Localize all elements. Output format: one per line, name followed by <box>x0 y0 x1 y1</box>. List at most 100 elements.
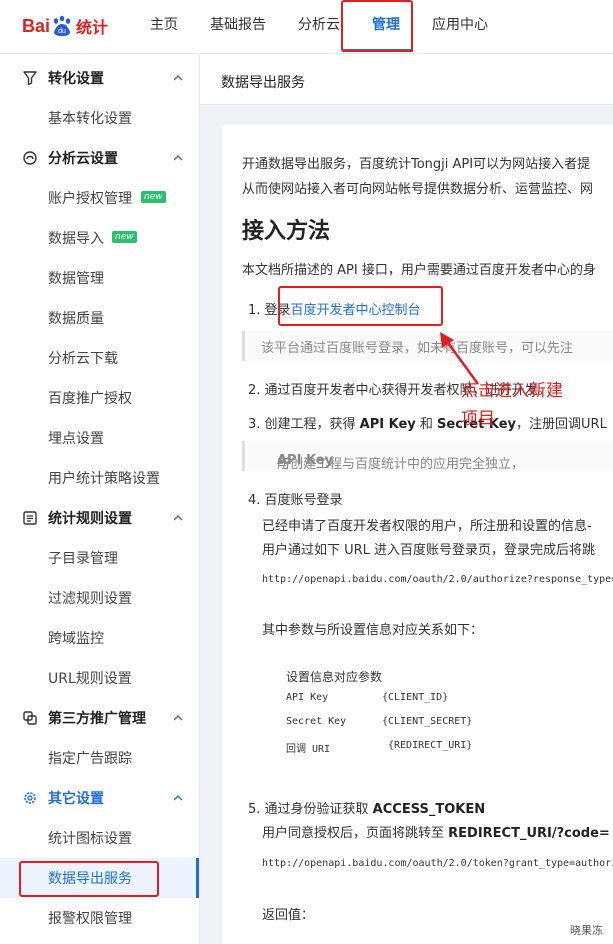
sidebar-item-data-import[interactable]: 数据导入 new <box>0 218 199 258</box>
sidebar-group-stats-rules[interactable]: 统计规则设置 <box>0 498 199 538</box>
sidebar-item-label: 埋点设置 <box>48 431 104 447</box>
step-3-text: 3. 创建工程，获得 <box>248 417 360 432</box>
sidebar-group-label: 其它设置 <box>48 791 104 807</box>
sidebar-item-label: 过滤规则设置 <box>48 591 132 607</box>
baidu-tongji-logo[interactable]: Bai du 统计 <box>22 13 108 39</box>
page-title: 数据导出服务 <box>221 75 305 91</box>
sidebar-item-subdirectory[interactable]: 子目录管理 <box>0 538 199 578</box>
param-value: {REDIRECT_URI} <box>388 740 473 751</box>
step-1-note: 该平台通过百度账号登录，如未有百度账号，可以先注 <box>242 331 613 361</box>
sidebar-item-data-management[interactable]: 数据管理 <box>0 258 199 298</box>
highlight-box-console-link <box>278 286 443 326</box>
new-badge: new <box>112 231 137 243</box>
chevron-up-icon <box>172 72 184 84</box>
param-key: API Key <box>286 692 329 703</box>
sidebar-item-basic-conversion[interactable]: 基本转化设置 <box>0 98 199 138</box>
highlight-box-data-export <box>19 861 159 897</box>
sidebar-item-label: 指定广告跟踪 <box>48 751 132 767</box>
nav-app-center[interactable]: 应用中心 <box>432 0 488 54</box>
gear-icon <box>22 790 38 806</box>
chevron-up-icon <box>172 792 184 804</box>
params-title: 设置信息对应参数 <box>286 670 383 684</box>
intro-line-2: 从而使网站接入者可向网站帐号提供数据分析、运营监控、网 <box>242 182 594 197</box>
sidebar-item-label: 报警权限管理 <box>48 911 132 927</box>
doc-content: 开通数据导出服务，百度统计Tongji API可以为网站接入者提 从而使网站接入… <box>222 125 613 944</box>
main-area: 数据导出服务 开通数据导出服务，百度统计Tongji API可以为网站接入者提 … <box>200 55 613 944</box>
sidebar-group-label: 分析云设置 <box>48 151 118 167</box>
api-description: 本文档所描述的 API 接口，用户需要通过百度开发者中心的身 <box>242 263 596 278</box>
step-3-suffix: ，注册回调URL <box>516 417 607 432</box>
sidebar-item-label: URL规则设置 <box>48 671 132 687</box>
logo-tongji-text: 统计 <box>76 18 109 37</box>
sidebar-group-conversion[interactable]: 转化设置 <box>0 58 199 98</box>
sidebar-item-cloud-download[interactable]: 分析云下载 <box>0 338 199 378</box>
step-3-note-c: 与 <box>277 457 291 472</box>
logo-bai-text: Bai <box>22 15 51 36</box>
param-value: {CLIENT_SECRET} <box>382 716 473 727</box>
page-header: 数据导出服务 <box>200 55 613 105</box>
sidebar-item-account-auth[interactable]: 账户授权管理 new <box>0 178 199 218</box>
intro-line-1: 开通数据导出服务，百度统计Tongji API可以为网站接入者提 <box>242 157 591 172</box>
sidebar-group-third-party[interactable]: 第三方推广管理 <box>0 698 199 738</box>
authorize-url: http://openapi.baidu.com/oauth/2.0/autho… <box>262 574 613 585</box>
chevron-up-icon <box>172 712 184 724</box>
sidebar-item-data-quality[interactable]: 数据质量 <box>0 298 199 338</box>
new-badge: new <box>141 191 166 203</box>
sidebar-item-label: 数据质量 <box>48 311 104 327</box>
sidebar-group-label: 统计规则设置 <box>48 511 132 527</box>
sidebar-item-url-rules[interactable]: URL规则设置 <box>0 658 199 698</box>
sidebar: 转化设置 基本转化设置 分析云设置 账户授权管理 new 数据导入 new 数据… <box>0 55 200 944</box>
step-4: 4. 百度账号登录 <box>248 493 343 508</box>
nav-analysis-cloud[interactable]: 分析云 <box>298 0 340 54</box>
access-token-text: ACCESS_TOKEN <box>372 802 486 817</box>
step-5: 5. 通过身份验证获取 ACCESS_TOKEN <box>248 798 485 817</box>
sidebar-item-promotion-auth[interactable]: 百度推广授权 <box>0 378 199 418</box>
redirect-uri-text: REDIRECT_URI/?code= <box>448 826 610 841</box>
sidebar-item-label: 子目录管理 <box>48 551 118 567</box>
sidebar-item-label: 账户授权管理 <box>48 191 132 207</box>
sidebar-item-cross-domain[interactable]: 跨域监控 <box>0 618 199 658</box>
sidebar-item-stats-icon[interactable]: 统计图标设置 <box>0 818 199 858</box>
sidebar-item-label: 数据导入 <box>48 231 104 247</box>
sidebar-item-label: 用户统计策略设置 <box>48 471 160 487</box>
step-5-line-text: 用户同意授权后，页面将跳转至 <box>262 826 449 841</box>
token-url: http://openapi.baidu.com/oauth/2.0/token… <box>262 858 613 869</box>
sidebar-item-label: 分析云下载 <box>48 351 118 367</box>
sidebar-item-filter-rules[interactable]: 过滤规则设置 <box>0 578 199 618</box>
sidebar-item-tracking-setup[interactable]: 埋点设置 <box>0 418 199 458</box>
svg-text:du: du <box>58 28 66 35</box>
chevron-up-icon <box>172 152 184 164</box>
step-3: 3. 创建工程，获得 API Key 和 Secret Key，注册回调URL <box>248 413 607 432</box>
param-value: {CLIENT_ID} <box>382 692 449 703</box>
params-intro: 其中参数与所设置信息对应关系如下： <box>262 623 484 638</box>
return-value-label: 返回值： <box>262 908 315 923</box>
nav-home[interactable]: 主页 <box>150 0 178 54</box>
section-heading: 接入方法 <box>242 219 331 244</box>
rules-icon <box>22 510 38 526</box>
baidu-paw-icon: du <box>51 15 73 37</box>
step-1-note-text: 该平台通过百度账号登录，如未有百度账号，可以先注 <box>261 341 574 356</box>
annotation-line-2: 项目 <box>461 409 495 429</box>
sidebar-item-label: 统计图标设置 <box>48 831 132 847</box>
sidebar-group-label: 第三方推广管理 <box>48 711 146 727</box>
top-nav-bar: Bai du 统计 主页 基础报告 分析云 管理 应用中心 <box>0 0 613 54</box>
funnel-icon <box>22 70 38 86</box>
highlight-box-nav-management <box>341 0 413 52</box>
sidebar-item-ad-tracking[interactable]: 指定广告跟踪 <box>0 738 199 778</box>
link-icon <box>22 710 38 726</box>
sidebar-item-alert-permission[interactable]: 报警权限管理 <box>0 898 199 938</box>
step-5-line-1: 用户同意授权后，页面将跳转至 REDIRECT_URI/?code= <box>262 822 610 841</box>
sidebar-item-label: 百度推广授权 <box>48 391 132 407</box>
sidebar-item-label: 跨域监控 <box>48 631 104 647</box>
sidebar-group-analysis-cloud[interactable]: 分析云设置 <box>0 138 199 178</box>
chevron-up-icon <box>172 512 184 524</box>
annotation-line-1: 点击进入新建 <box>461 381 563 401</box>
sidebar-item-label: 数据管理 <box>48 271 104 287</box>
sidebar-group-other-settings[interactable]: 其它设置 <box>0 778 199 818</box>
step-4-line-1: 已经申请了百度开发者权限的用户，所注册和设置的信息- <box>262 519 592 534</box>
nav-basic-reports[interactable]: 基础报告 <box>210 0 266 54</box>
step-5-text: 5. 通过身份验证获取 <box>248 802 373 817</box>
sidebar-item-user-stats-policy[interactable]: 用户统计策略设置 <box>0 458 199 498</box>
param-key: 回调 URI <box>286 744 331 755</box>
cloud-icon <box>22 150 38 166</box>
